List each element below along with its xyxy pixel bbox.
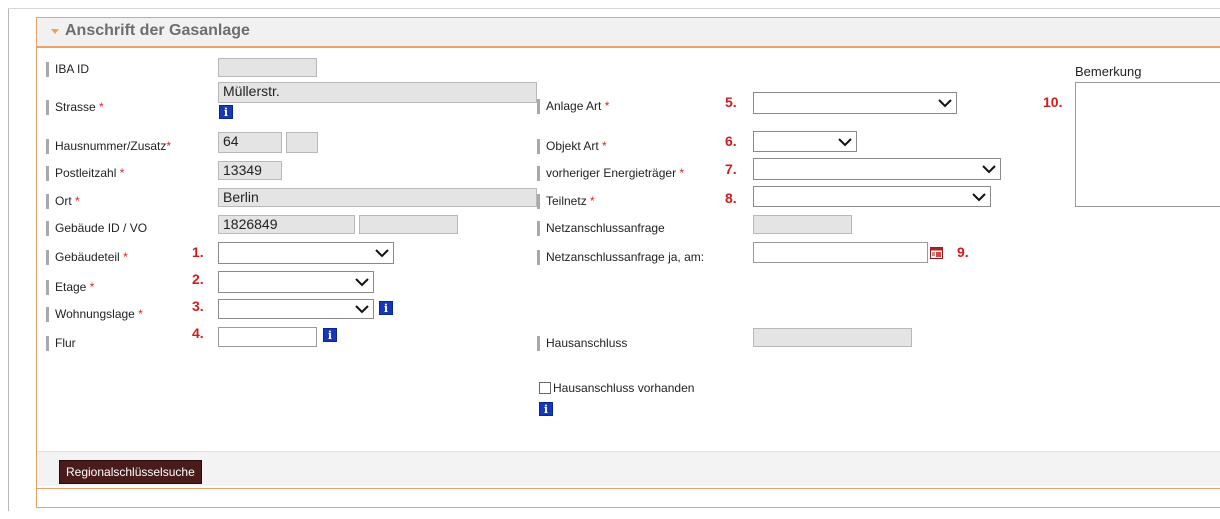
address-panel: Anschrift der Gasanlage IBA ID Strasse *… — [36, 17, 1220, 508]
chevron-down-icon — [972, 192, 986, 201]
marker-1: 1. — [192, 244, 204, 260]
flur-input[interactable] — [218, 327, 317, 347]
chevron-down-icon — [938, 99, 952, 108]
wohnungslage-label: Wohnungslage * — [46, 307, 143, 322]
chevron-down-icon — [838, 137, 852, 146]
marker-7: 7. — [725, 161, 737, 177]
marker-4: 4. — [192, 325, 204, 341]
gebaeude-id-field: 1826849 — [218, 215, 355, 234]
marker-8: 8. — [725, 190, 737, 206]
wohnungslage-select[interactable] — [218, 299, 374, 319]
marker-2: 2. — [192, 271, 204, 287]
gebaeudeteil-label: Gebäudeteil * — [46, 250, 128, 265]
panel-bottom-border — [37, 488, 1220, 489]
energietraeger-label: vorheriger Energieträger * — [537, 166, 684, 181]
hausanschluss-vorhanden-checkbox[interactable] — [539, 382, 551, 394]
netzanschlussanfrage-am-label: Netzanschlussanfrage ja, am: — [537, 250, 704, 265]
strasse-label: Strasse * — [46, 100, 104, 115]
hausanschluss-label: Hausanschluss — [537, 336, 627, 351]
marker-6: 6. — [725, 133, 737, 149]
netzanschlussanfrage-date-input[interactable] — [753, 242, 928, 263]
marker-10: 10. — [1043, 94, 1063, 110]
hausanschluss-vorhanden-label: Hausanschluss vorhanden — [553, 381, 695, 395]
chevron-down-icon — [355, 305, 369, 314]
hausanschluss-field — [753, 328, 912, 347]
chevron-down-icon — [982, 165, 996, 174]
marker-5: 5. — [725, 94, 737, 110]
netzanschlussanfrage-label: Netzanschlussanfrage — [537, 221, 665, 236]
objekt-art-label: Objekt Art * — [537, 139, 607, 154]
page-left-border — [8, 8, 9, 511]
teilnetz-select[interactable] — [753, 186, 991, 207]
bemerkung-label: Bemerkung — [1075, 64, 1142, 79]
hausnummer-field: 64 — [218, 132, 282, 153]
ort-field: Berlin — [218, 188, 537, 207]
netzanschlussanfrage-field — [753, 215, 852, 234]
objekt-art-select[interactable] — [753, 131, 857, 152]
energietraeger-select[interactable] — [753, 158, 1001, 180]
flur-label: Flur — [46, 336, 76, 351]
plz-field: 13349 — [218, 161, 282, 180]
iba-id-field — [218, 58, 317, 77]
bemerkung-textarea[interactable] — [1075, 82, 1220, 207]
gebaeudeteil-select[interactable] — [218, 242, 394, 264]
iba-id-label: IBA ID — [46, 62, 89, 77]
collapse-arrow-icon[interactable] — [51, 29, 59, 34]
regionalschluesselsuche-button[interactable]: Regionalschlüsselsuche — [59, 460, 202, 484]
ort-label: Ort * — [46, 194, 80, 209]
marker-3: 3. — [192, 298, 204, 314]
hausnummer-label: Hausnummer/Zusatz* — [46, 139, 171, 154]
etage-select[interactable] — [218, 271, 374, 293]
calendar-icon[interactable] — [930, 246, 943, 259]
gebaeude-id-label: Gebäude ID / VO — [46, 221, 147, 236]
panel-header[interactable]: Anschrift der Gasanlage — [37, 18, 1220, 48]
teilnetz-label: Teilnetz * — [537, 194, 595, 209]
anlage-art-select[interactable] — [753, 92, 957, 114]
strasse-info-icon[interactable]: i — [219, 105, 233, 119]
page-top-border — [8, 8, 1220, 9]
flur-info-icon[interactable]: i — [323, 328, 337, 342]
chevron-down-icon — [375, 249, 389, 258]
zusatz-field — [286, 132, 318, 153]
etage-label: Etage * — [46, 280, 94, 295]
vo-field — [359, 215, 458, 234]
anlage-art-label: Anlage Art * — [537, 99, 609, 114]
footer-bar — [37, 451, 1220, 486]
hausanschluss-info-icon[interactable]: i — [539, 402, 553, 416]
wohnungslage-info-icon[interactable]: i — [379, 301, 393, 315]
chevron-down-icon — [355, 278, 369, 287]
plz-label: Postleitzahl * — [46, 166, 124, 181]
marker-9: 9. — [957, 244, 969, 260]
strasse-field: Müllerstr. — [218, 82, 537, 103]
section-title: Anschrift der Gasanlage — [65, 22, 250, 39]
